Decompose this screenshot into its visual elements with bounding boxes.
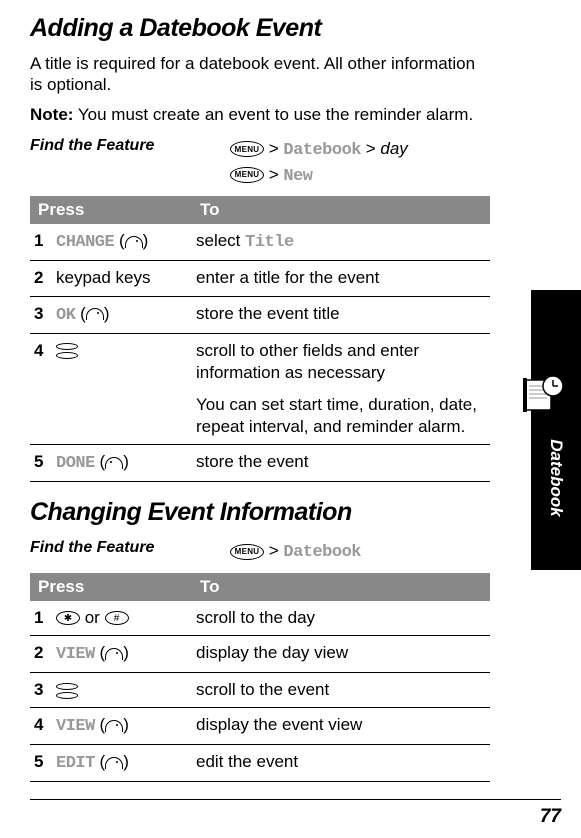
find-feature-block-1: Find the Feature MENU > Datebook > day M…: [30, 137, 490, 189]
softkey-icon: [105, 757, 123, 769]
hash-key-icon: #: [105, 611, 129, 625]
note-label: Note:: [30, 105, 73, 124]
title-field: Title: [245, 233, 294, 252]
col-press-header: Press: [30, 196, 192, 224]
scroll-keys-icon: [56, 343, 78, 359]
menu-icon: MENU: [230, 544, 264, 560]
col-press-header: Press: [30, 573, 192, 601]
softkey-icon: [105, 457, 123, 469]
softkey-icon: [105, 720, 123, 732]
find-feature-label: Find the Feature: [30, 137, 230, 155]
find-feature-path: MENU > Datebook: [230, 539, 361, 565]
datebook-icon: [519, 370, 567, 418]
table-row: 4 scroll to other fields and enter infor…: [30, 333, 490, 444]
menu-icon: MENU: [230, 141, 264, 157]
find-feature-path: MENU > Datebook > day MENU > New: [230, 137, 408, 189]
path-datebook: Datebook: [283, 543, 361, 562]
star-key-icon: ✱: [56, 611, 80, 625]
section-title-changing: Changing Event Information: [30, 498, 490, 527]
note-text: You must create an event to use the remi…: [73, 105, 473, 124]
col-to-header: To: [192, 573, 490, 601]
view-softkey-label: VIEW: [56, 645, 95, 664]
scroll-keys-icon: [56, 683, 78, 699]
table-row: 2 VIEW () display the day view: [30, 635, 490, 672]
page-number: 77: [540, 806, 561, 828]
table-row: 5 DONE () store the event: [30, 445, 490, 482]
intro-paragraph: A title is required for a datebook event…: [30, 53, 490, 96]
table-row: 4 VIEW () display the event view: [30, 708, 490, 745]
side-tab-label: Datebook: [546, 439, 566, 516]
steps-table-1: Press To 1 CHANGE () select Title 2 keyp…: [30, 196, 490, 482]
find-feature-label: Find the Feature: [30, 539, 230, 557]
side-tab: Datebook: [531, 290, 581, 570]
section-title-adding: Adding a Datebook Event: [30, 14, 490, 43]
softkey-icon: [105, 648, 123, 660]
steps-table-2: Press To 1 ✱ or # scroll to the day 2 VI…: [30, 573, 490, 782]
ok-softkey-label: OK: [56, 306, 75, 325]
view-softkey-label: VIEW: [56, 717, 95, 736]
table-row: 1 ✱ or # scroll to the day: [30, 601, 490, 636]
table-row: 2 keypad keys enter a title for the even…: [30, 261, 490, 296]
change-softkey-label: CHANGE: [56, 233, 114, 252]
softkey-icon: [86, 308, 104, 320]
col-to-header: To: [192, 196, 490, 224]
find-feature-block-2: Find the Feature MENU > Datebook: [30, 539, 490, 565]
softkey-icon: [125, 236, 143, 248]
table-row: 3 scroll to the event: [30, 673, 490, 708]
footer-rule: [30, 799, 561, 800]
done-softkey-label: DONE: [56, 454, 95, 473]
table-row: 1 CHANGE () select Title: [30, 224, 490, 261]
path-new: New: [283, 167, 312, 186]
note-paragraph: Note: You must create an event to use th…: [30, 104, 490, 125]
path-datebook: Datebook: [283, 141, 361, 160]
table-row: 5 EDIT () edit the event: [30, 745, 490, 782]
menu-icon: MENU: [230, 167, 264, 183]
edit-softkey-label: EDIT: [56, 754, 95, 773]
table-row: 3 OK () store the event title: [30, 296, 490, 333]
path-day: day: [380, 139, 407, 158]
